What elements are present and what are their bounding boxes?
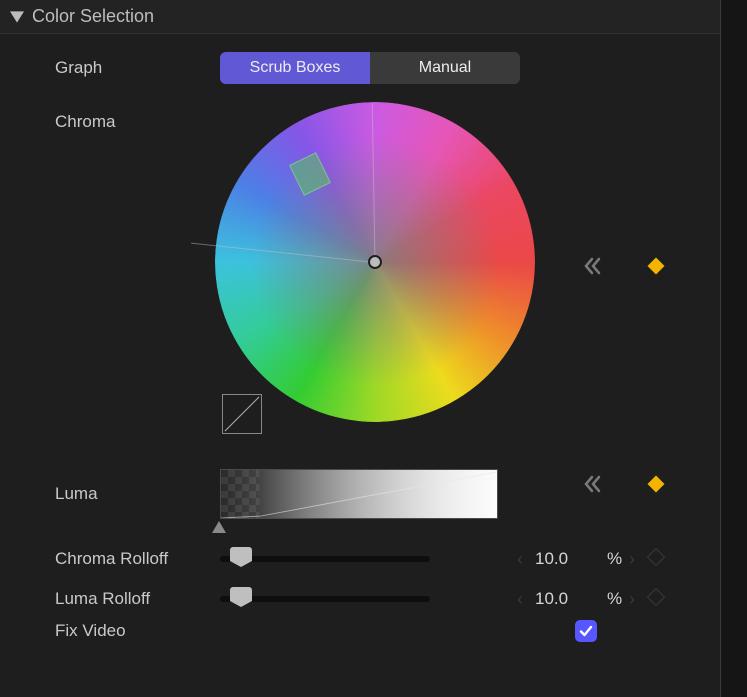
luma-label: Luma [55,484,220,504]
chroma-wheel[interactable] [215,102,535,422]
percent-unit: % [607,549,622,569]
fix-video-checkbox[interactable] [575,620,597,642]
graph-option-scrub-boxes[interactable]: Scrub Boxes [220,52,370,84]
disclosure-triangle-icon[interactable] [10,10,24,24]
luma-rolloff-row: Luma Rolloff ‹ 10.0 % › [55,589,690,609]
chroma-rolloff-label: Chroma Rolloff [55,549,220,569]
percent-unit: % [607,589,622,609]
chroma-rolloff-row: Chroma Rolloff ‹ 10.0 % › [55,549,690,569]
chroma-keyframe-icon[interactable] [647,257,665,280]
section-title: Color Selection [32,6,154,27]
luma-rolloff-value[interactable]: 10.0 [535,589,568,609]
chroma-rolloff-value[interactable]: 10.0 [535,549,568,569]
chroma-wheel-center[interactable] [368,255,382,269]
value-stepper-increase-icon[interactable]: › [629,589,635,610]
chroma-row: Chroma [55,102,690,437]
chroma-rolloff-keyframe-icon[interactable] [647,548,665,571]
curve-editor-icon[interactable] [222,394,262,434]
luma-row: Luma [55,459,690,529]
fix-video-row: Fix Video [55,621,690,641]
graph-label: Graph [55,58,220,78]
value-stepper-decrease-icon[interactable]: ‹ [517,589,523,610]
color-selection-panel: Color Selection Graph Scrub Boxes Manual… [0,0,720,697]
luma-rolloff-slider[interactable] [220,589,430,609]
section-header[interactable]: Color Selection [0,0,720,34]
luma-rolloff-label: Luma Rolloff [55,589,220,609]
chroma-rolloff-slider[interactable] [220,549,430,569]
graph-option-manual[interactable]: Manual [370,52,520,84]
panel-scroll-region [720,0,747,697]
luma-range-handle[interactable] [212,521,226,533]
value-stepper-increase-icon[interactable]: › [629,549,635,570]
luma-keyframe-icon[interactable] [647,475,665,498]
slider-thumb[interactable] [230,587,252,607]
graph-row: Graph Scrub Boxes Manual [55,52,690,84]
luma-gradient-control[interactable] [220,469,505,519]
fix-video-label: Fix Video [55,621,220,641]
graph-segmented-control[interactable]: Scrub Boxes Manual [220,52,520,84]
value-stepper-decrease-icon[interactable]: ‹ [517,549,523,570]
slider-thumb[interactable] [230,547,252,567]
chroma-reset-icon[interactable] [583,257,605,280]
luma-rolloff-keyframe-icon[interactable] [647,588,665,611]
chroma-label: Chroma [55,102,220,132]
luma-reset-icon[interactable] [583,475,605,498]
